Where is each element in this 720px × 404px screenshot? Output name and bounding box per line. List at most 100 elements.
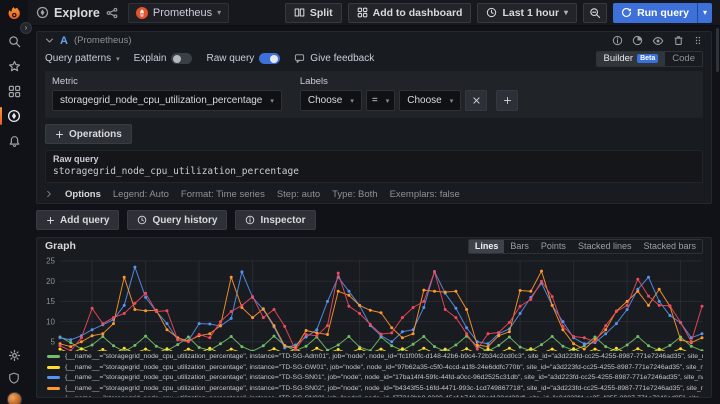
- legend-item[interactable]: {__name__="storagegrid_node_cpu_utilizat…: [47, 352, 703, 363]
- options-legend: Legend: Auto: [113, 189, 169, 200]
- share-icon[interactable]: [106, 7, 118, 19]
- options-exemplars: Exemplars: false: [390, 189, 460, 200]
- options-collapsed-row[interactable]: Options Legend: Auto Format: Time series…: [37, 185, 711, 203]
- label-operator-select[interactable]: = ▾: [366, 90, 395, 111]
- add-to-dashboard-button[interactable]: Add to dashboard: [348, 3, 472, 23]
- gear-icon[interactable]: [0, 344, 28, 366]
- zoom-out-button[interactable]: [583, 3, 607, 23]
- user-avatar[interactable]: [0, 388, 28, 404]
- builder-code-switch: Builder Beta Code: [596, 51, 703, 67]
- metric-labels-editor-row: Metric storagegrid_node_cpu_utilization_…: [45, 71, 703, 118]
- builder-mode-option[interactable]: Builder Beta: [597, 52, 666, 66]
- code-mode-option[interactable]: Code: [665, 52, 702, 66]
- graph-panel: Graph Lines Bars Points Stacked lines St…: [36, 237, 712, 398]
- options-label[interactable]: Options: [65, 189, 101, 200]
- dashboard-grid-icon: [357, 7, 368, 18]
- split-button[interactable]: Split: [285, 3, 342, 23]
- raw-query-toggle-group[interactable]: Raw query: [206, 53, 280, 64]
- legend-series-label: {__name__="storagegrid_node_cpu_utilizat…: [65, 353, 703, 360]
- drag-handle-icon[interactable]: [693, 35, 703, 46]
- sidebar-expand-button[interactable]: ›: [20, 22, 32, 34]
- beta-badge: Beta: [637, 54, 658, 63]
- query-row-header[interactable]: A (Prometheus): [37, 32, 711, 49]
- raw-query-label: Raw query: [53, 154, 695, 164]
- bell-icon[interactable]: [0, 130, 28, 152]
- chevron-down-icon: ▾: [450, 97, 454, 105]
- label-name-select[interactable]: Choose ▾: [300, 90, 362, 111]
- sidebar: ›: [0, 0, 28, 404]
- raw-query-preview: Raw query storagegrid_node_cpu_utilizati…: [45, 150, 703, 183]
- give-feedback-link[interactable]: Give feedback: [294, 53, 374, 64]
- sidebar-item-explore[interactable]: [0, 105, 28, 127]
- chevron-down-icon: ▾: [116, 55, 120, 63]
- chevron-right-icon: [45, 190, 53, 198]
- legend-item[interactable]: {__name__="storagegrid_node_cpu_utilizat…: [47, 383, 703, 394]
- metric-label: Metric: [52, 76, 282, 87]
- add-label-filter-button[interactable]: [496, 90, 518, 111]
- hide-query-eye-icon[interactable]: [652, 35, 664, 47]
- style-option-lines[interactable]: Lines: [469, 240, 505, 253]
- legend-item[interactable]: {__name__="storagegrid_node_cpu_utilizat…: [47, 362, 703, 373]
- svg-text:10: 10: [46, 317, 55, 326]
- legend-series-label: {__name__="storagegrid_node_cpu_utilizat…: [65, 374, 703, 381]
- time-range-picker[interactable]: Last 1 hour ▾: [477, 3, 577, 23]
- split-icon: [294, 7, 305, 18]
- style-option-stacked-lines[interactable]: Stacked lines: [572, 240, 638, 253]
- page-title: Explore: [54, 6, 100, 20]
- info-icon[interactable]: [612, 35, 623, 46]
- star-icon[interactable]: [0, 55, 28, 77]
- style-option-points[interactable]: Points: [535, 240, 572, 253]
- scrollbar-thumb[interactable]: [716, 28, 719, 72]
- inspector-button[interactable]: Inspector: [235, 210, 315, 230]
- raw-query-toggle[interactable]: [259, 53, 280, 64]
- labels-label: Labels: [300, 76, 518, 87]
- legend-item[interactable]: {__name__="storagegrid_node_cpu_utilizat…: [47, 373, 703, 384]
- query-datasource-hint: (Prometheus): [74, 35, 132, 46]
- style-option-stacked-bars[interactable]: Stacked bars: [637, 240, 702, 253]
- svg-text:5: 5: [51, 337, 56, 346]
- graph-style-switcher: Lines Bars Points Stacked lines Stacked …: [468, 239, 703, 254]
- shield-icon[interactable]: [0, 367, 28, 389]
- labels-field: Labels Choose ▾ = ▾ Choose ▾: [300, 76, 518, 111]
- comment-icon: [294, 53, 305, 64]
- collapse-chevron-icon[interactable]: [45, 36, 54, 45]
- apps-icon[interactable]: [0, 80, 28, 102]
- chevron-down-icon: ▾: [386, 97, 390, 105]
- query-stats-pie-icon[interactable]: [632, 35, 643, 46]
- explain-toggle[interactable]: [171, 53, 192, 64]
- run-query-dropdown[interactable]: ▾: [697, 3, 712, 23]
- query-patterns-dropdown[interactable]: Query patterns ▾: [45, 53, 120, 64]
- options-format: Format: Time series: [181, 189, 265, 200]
- delete-query-trash-icon[interactable]: [673, 35, 684, 46]
- legend-series-label: {__name__="storagegrid_node_cpu_utilizat…: [65, 385, 703, 392]
- query-history-button[interactable]: Query history: [127, 210, 227, 230]
- refresh-icon: [621, 7, 632, 18]
- raw-query-expression: storagegrid_node_cpu_utilization_percent…: [53, 166, 695, 177]
- query-ref-id: A: [60, 35, 68, 47]
- options-type: Type: Both: [332, 189, 377, 200]
- add-operations-button[interactable]: Operations: [45, 124, 132, 144]
- label-value-select[interactable]: Choose ▾: [399, 90, 461, 111]
- time-series-chart[interactable]: 051015202515:5015:5516:0016:0516:1016:15…: [38, 255, 710, 351]
- datasource-picker[interactable]: Prometheus ▾: [128, 3, 229, 23]
- legend-item[interactable]: {__name__="storagegrid_node_cpu_utilizat…: [47, 394, 703, 397]
- options-step: Step: auto: [277, 189, 320, 200]
- metric-select[interactable]: storagegrid_node_cpu_utilization_percent…: [52, 90, 282, 111]
- add-query-button[interactable]: Add query: [36, 210, 119, 230]
- chevron-down-icon: ▾: [564, 8, 568, 17]
- chart-legend: {__name__="storagegrid_node_cpu_utilizat…: [37, 351, 711, 397]
- style-option-bars[interactable]: Bars: [504, 240, 535, 253]
- prometheus-icon: [136, 7, 148, 19]
- explain-toggle-group[interactable]: Explain: [134, 53, 193, 64]
- chevron-down-icon: ▾: [270, 97, 274, 105]
- remove-label-filter-button[interactable]: [465, 90, 487, 111]
- legend-color-dash: [47, 355, 60, 358]
- legend-series-label: {__name__="storagegrid_node_cpu_utilizat…: [65, 395, 703, 397]
- run-query-button[interactable]: Run query ▾: [613, 3, 712, 23]
- graph-panel-title: Graph: [45, 240, 76, 252]
- compass-icon: [36, 6, 49, 19]
- top-navigation: Explore Prometheus ▾ Split Add to dashbo…: [28, 0, 720, 26]
- zoom-out-icon: [589, 7, 601, 19]
- legend-series-label: {__name__="storagegrid_node_cpu_utilizat…: [65, 364, 703, 371]
- chevron-down-icon: ▾: [217, 8, 221, 17]
